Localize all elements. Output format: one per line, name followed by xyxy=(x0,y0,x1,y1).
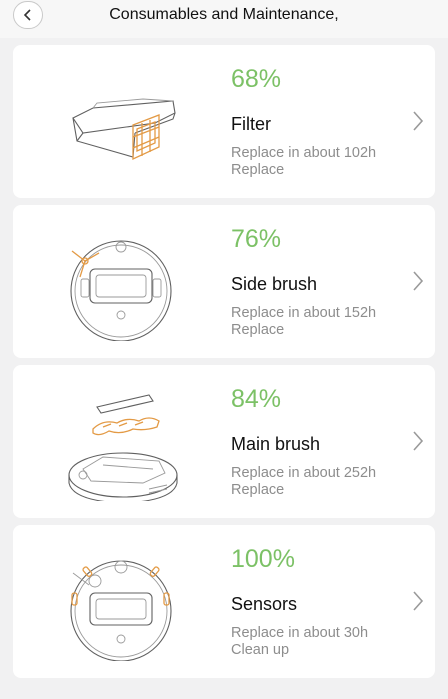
main-brush-name: Main brush xyxy=(231,434,321,454)
main-brush-hint: Replace in about 252h Replace xyxy=(231,465,376,499)
main-brush-remaining: Replace in about 252h xyxy=(231,465,377,481)
side-brush-remaining: Replace in about 152h xyxy=(231,305,377,321)
consumable-card-main-brush[interactable]: 84% Main brush Replace in about 252h Rep… xyxy=(13,365,435,518)
header-bar: Consumables and Maintenance, xyxy=(0,0,448,38)
filter-name: Filter xyxy=(231,114,271,134)
side-brush-name: Side brush xyxy=(231,274,318,294)
side-brush-icon xyxy=(70,240,172,341)
chevron-right-icon xyxy=(413,591,424,611)
sensors-remaining: Replace in about 30h xyxy=(231,625,369,641)
filter-icon xyxy=(72,98,176,161)
sensors-hint: Replace in about 30h Clean up xyxy=(231,625,368,659)
consumable-card-sensors[interactable]: 100% Sensors Replace in about 30h Clean … xyxy=(13,525,435,678)
filter-remaining: Replace in about 102h xyxy=(231,145,377,161)
sensors-name: Sensors xyxy=(231,594,298,614)
sensors-icon xyxy=(70,560,172,661)
main-brush-action: Replace xyxy=(231,482,285,498)
consumable-card-side-brush[interactable]: 76% Side brush Replace in about 152h Rep… xyxy=(13,205,435,358)
chevron-right-icon xyxy=(413,271,424,291)
side-brush-hint: Replace in about 152h Replace xyxy=(231,305,376,339)
filter-percent: 68% xyxy=(231,65,282,93)
chevron-right-icon xyxy=(413,431,424,451)
side-brush-action: Replace xyxy=(231,322,285,338)
page-title: Consumables and Maintenance, xyxy=(109,6,339,23)
filter-hint: Replace in about 102h Replace xyxy=(231,145,376,179)
sensors-action: Clean up xyxy=(231,642,290,658)
sensors-percent: 100% xyxy=(231,545,295,573)
consumable-card-filter[interactable]: 68% Filter Replace in about 102h Replace xyxy=(13,45,435,198)
main-brush-icon xyxy=(68,394,178,501)
main-brush-percent: 84% xyxy=(231,385,282,413)
filter-action: Replace xyxy=(231,162,285,178)
side-brush-percent: 76% xyxy=(231,225,282,253)
chevron-right-icon xyxy=(413,111,424,131)
